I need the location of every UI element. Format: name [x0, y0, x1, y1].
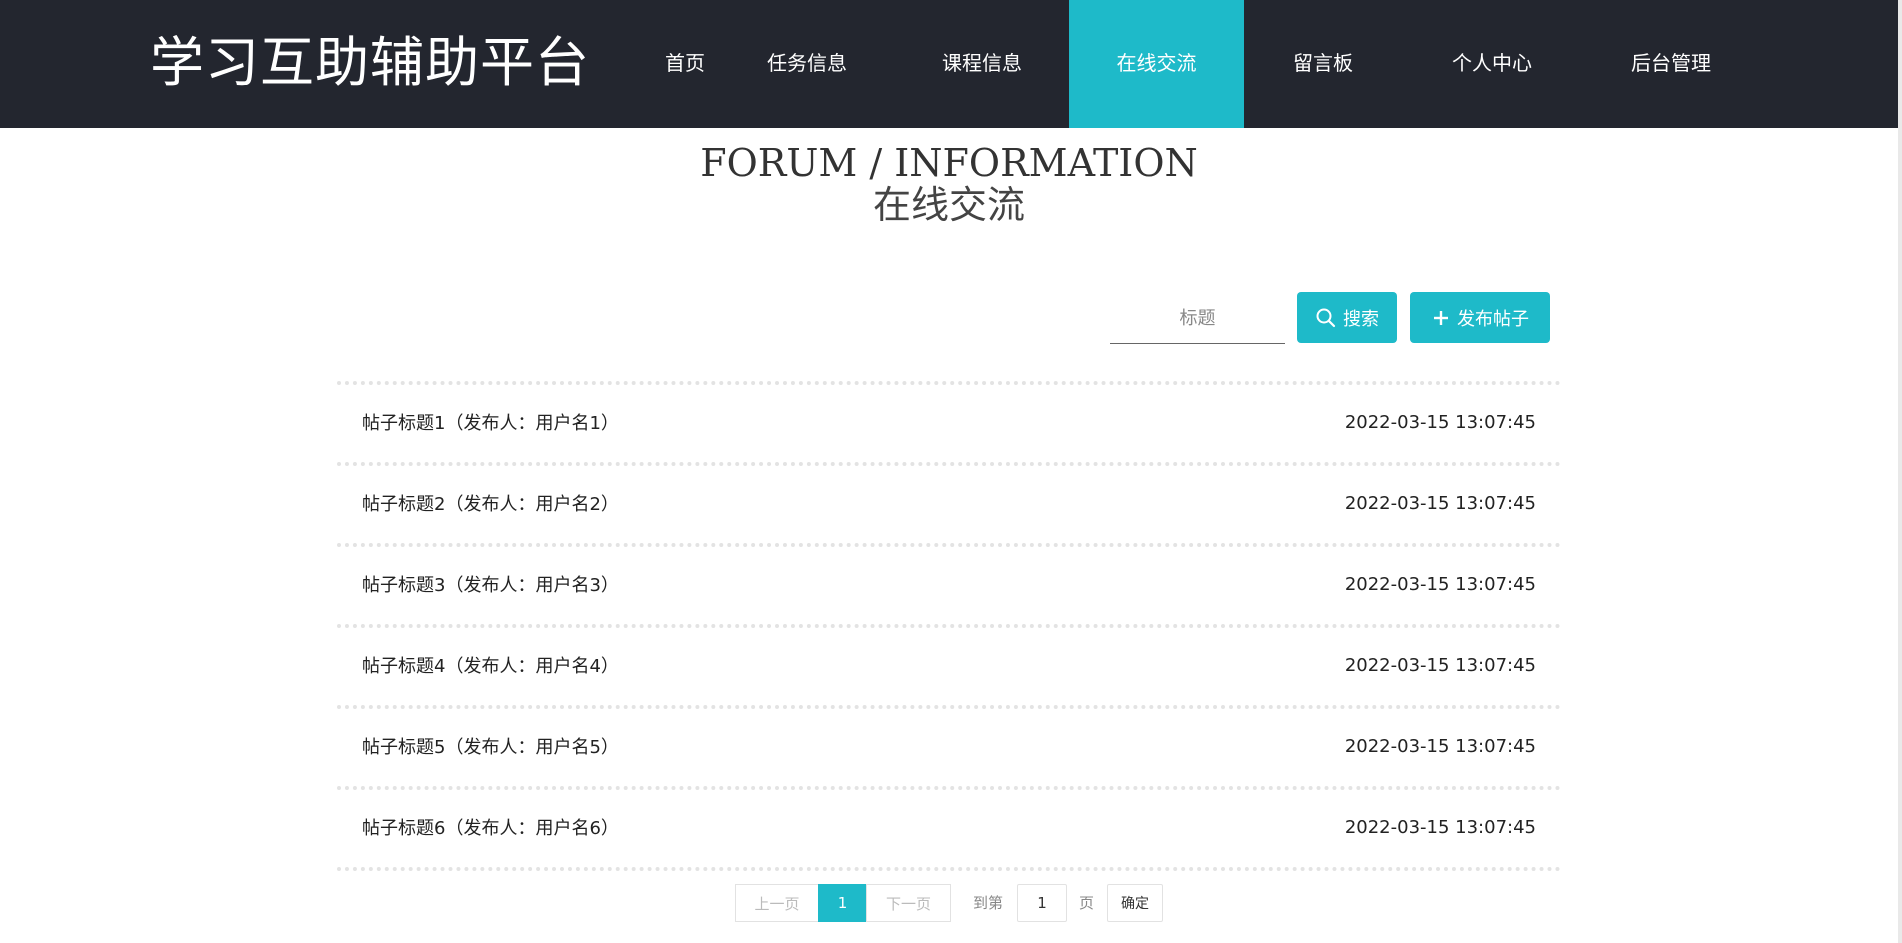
add-post-label: 发布帖子 [1457, 308, 1529, 330]
top-header: 学习互助辅助平台 首页 任务信息 课程信息 在线交流 留言板 个人中心 后台管理 [0, 0, 1898, 128]
post-title[interactable]: 帖子标题2（发布人：用户名2） [362, 466, 619, 543]
list-divider [337, 867, 1561, 871]
next-page-button[interactable]: 下一页 [866, 884, 951, 922]
plus-icon [1431, 308, 1451, 328]
nav-courses[interactable]: 课程信息 [897, 0, 1067, 128]
nav-forum[interactable]: 在线交流 [1069, 0, 1244, 128]
list-item[interactable]: 帖子标题3（发布人：用户名3） 2022-03-15 13:07:45 [337, 547, 1561, 624]
list-item[interactable]: 帖子标题6（发布人：用户名6） 2022-03-15 13:07:45 [337, 790, 1561, 867]
page-title-zh: 在线交流 [872, 183, 1025, 227]
post-time: 2022-03-15 13:07:45 [1344, 736, 1536, 757]
goto-page-input[interactable] [1017, 884, 1067, 922]
nav-admin[interactable]: 后台管理 [1586, 0, 1756, 128]
nav-tasks[interactable]: 任务信息 [722, 0, 892, 128]
list-item[interactable]: 帖子标题5（发布人：用户名5） 2022-03-15 13:07:45 [337, 709, 1561, 786]
prev-page-button[interactable]: 上一页 [735, 884, 819, 922]
nav-profile[interactable]: 个人中心 [1407, 0, 1577, 128]
post-title[interactable]: 帖子标题4（发布人：用户名4） [362, 628, 619, 705]
post-title[interactable]: 帖子标题6（发布人：用户名6） [362, 790, 619, 867]
post-list: 帖子标题1（发布人：用户名1） 2022-03-15 13:07:45 帖子标题… [337, 381, 1561, 871]
post-title[interactable]: 帖子标题1（发布人：用户名1） [362, 385, 619, 462]
list-item[interactable]: 帖子标题2（发布人：用户名2） 2022-03-15 13:07:45 [337, 466, 1561, 543]
post-time: 2022-03-15 13:07:45 [1344, 412, 1536, 433]
search-icon [1315, 307, 1337, 329]
list-item[interactable]: 帖子标题1（发布人：用户名1） 2022-03-15 13:07:45 [337, 385, 1561, 462]
post-time: 2022-03-15 13:07:45 [1344, 655, 1536, 676]
search-button-label: 搜索 [1343, 308, 1379, 330]
post-time: 2022-03-15 13:07:45 [1344, 493, 1536, 514]
page-number-current[interactable]: 1 [818, 884, 867, 922]
search-input[interactable] [1110, 294, 1285, 344]
add-post-button[interactable]: 发布帖子 [1410, 292, 1550, 343]
page-title-en: FORUM / INFORMATION [700, 141, 1198, 185]
page-scrollbar[interactable] [1898, 0, 1902, 943]
goto-confirm-button[interactable]: 确定 [1107, 884, 1163, 922]
goto-label: 到第 [973, 894, 1004, 912]
nav-messages[interactable]: 留言板 [1238, 0, 1408, 128]
site-logo[interactable]: 学习互助辅助平台 [150, 28, 590, 98]
post-title[interactable]: 帖子标题3（发布人：用户名3） [362, 547, 619, 624]
post-time: 2022-03-15 13:07:45 [1344, 574, 1536, 595]
post-title[interactable]: 帖子标题5（发布人：用户名5） [362, 709, 619, 786]
search-button[interactable]: 搜索 [1297, 292, 1397, 343]
post-time: 2022-03-15 13:07:45 [1344, 817, 1536, 838]
list-item[interactable]: 帖子标题4（发布人：用户名4） 2022-03-15 13:07:45 [337, 628, 1561, 705]
page-unit-label: 页 [1079, 894, 1095, 912]
